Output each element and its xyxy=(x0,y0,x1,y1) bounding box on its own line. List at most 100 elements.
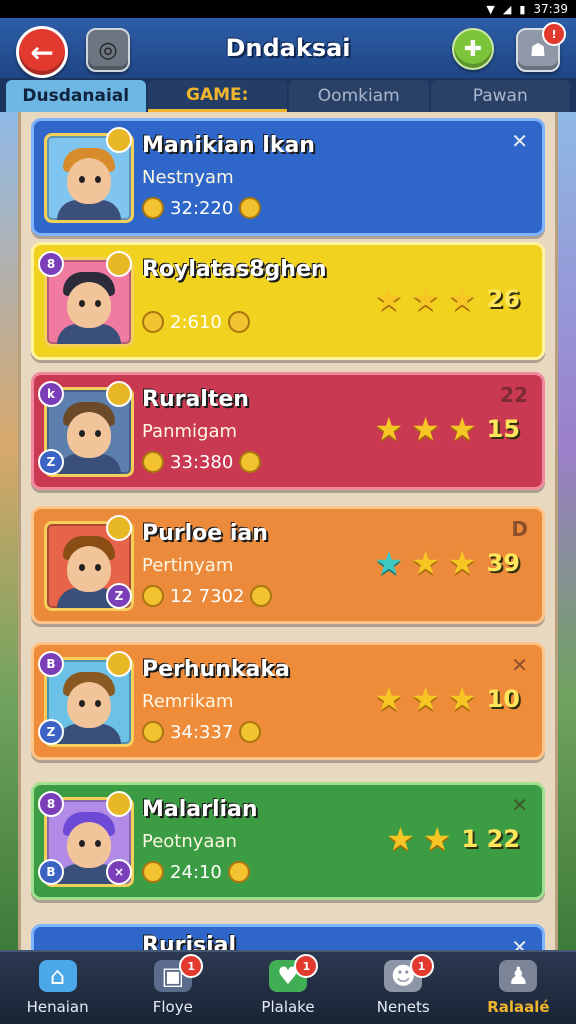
coins-icon xyxy=(227,311,250,333)
coin-value: 2:610 xyxy=(170,311,222,333)
player-name: Perhunkaka xyxy=(142,657,290,682)
nav-label: Plalake xyxy=(261,998,315,1016)
coin-count: 12 7302 xyxy=(142,585,273,607)
star-icon: ★ xyxy=(374,410,404,448)
portrait-corner-badge: B xyxy=(38,859,64,885)
coins-icon xyxy=(142,311,164,333)
tab-games[interactable]: GAME: xyxy=(147,80,287,112)
status-bar: ▼ ◢ ▮ 37:39 xyxy=(0,0,576,18)
star-icon: ★ xyxy=(447,680,477,718)
portrait-corner-badge: Z xyxy=(106,583,132,609)
signal-icon: ◢ xyxy=(502,2,512,16)
player-score: 26 xyxy=(486,285,520,313)
coin-value: 12 7302 xyxy=(170,585,245,607)
portrait-corner-badge: × xyxy=(106,859,132,885)
coins-icon xyxy=(142,721,164,743)
nav-label: Ralaalé xyxy=(487,998,550,1016)
coin-count: 32:220 xyxy=(142,197,262,219)
add-button[interactable]: ✚ xyxy=(452,28,494,70)
star-icon: ★ xyxy=(386,820,415,858)
player-subtitle: Peotnyaan xyxy=(142,831,237,852)
player-card[interactable]: Manikian lkan Nestnyam 32:220 ✕ xyxy=(31,118,545,236)
nav-item[interactable]: ☻ 1 Nenets xyxy=(346,952,461,1024)
coins-icon xyxy=(227,861,250,883)
nav-item[interactable]: ▣ 1 Floye xyxy=(115,952,230,1024)
star-icon: ★ xyxy=(411,544,440,582)
player-name: Roylatas8ghen xyxy=(142,257,327,282)
coin-value: 24:10 xyxy=(170,861,222,883)
coin-icon xyxy=(106,651,132,677)
wifi-icon: ▼ xyxy=(486,2,495,16)
people-icon: ☗ xyxy=(529,39,547,61)
nav-badge: 1 xyxy=(294,954,319,978)
portrait-corner-badge: 8 xyxy=(38,251,64,277)
coin-icon xyxy=(106,791,132,817)
close-icon[interactable]: ✕ xyxy=(511,653,528,677)
bottom-nav: ⌂ Henaian ▣ 1 Floye ♥ 1 Plalake ☻ 1 Nenets ♟ Ralaalé xyxy=(0,950,576,1024)
player-score: 10 xyxy=(486,685,520,713)
coin-count: 34:337 xyxy=(142,721,262,743)
coins-icon xyxy=(239,721,262,743)
friends-badge: ! xyxy=(542,22,566,46)
player-score: 39 xyxy=(486,549,520,577)
coin-icon xyxy=(106,251,132,277)
coin-value: 34:337 xyxy=(170,721,234,743)
coins-icon xyxy=(239,197,262,219)
coins-icon xyxy=(142,861,164,883)
coin-count: 24:10 xyxy=(142,861,250,883)
player-name: Ruralten xyxy=(142,387,249,412)
player-score: 1 22 xyxy=(461,825,520,853)
player-subtitle: Pertinyam xyxy=(142,555,234,576)
star-icon: ★ xyxy=(411,680,440,718)
close-icon[interactable]: ✕ xyxy=(511,129,528,153)
coin-icon xyxy=(106,127,132,153)
nav-item[interactable]: ♟ Ralaalé xyxy=(461,952,576,1024)
player-card[interactable]: Rurisial ✕ xyxy=(31,924,545,952)
friends-button[interactable]: ☗ ! xyxy=(516,22,566,72)
coins-icon xyxy=(250,585,273,607)
corner-marker: 22 xyxy=(500,383,528,407)
player-name: Malarlian xyxy=(142,797,258,822)
star-icon: ★ xyxy=(374,544,404,582)
coin-icon xyxy=(106,381,132,407)
nav-item[interactable]: ♥ 1 Plalake xyxy=(230,952,345,1024)
star-rating: ★ ★ 1 22 xyxy=(386,823,520,855)
star-icon: ★ xyxy=(374,280,404,318)
tab-3[interactable]: Pawan xyxy=(430,80,570,112)
star-icon: ★ xyxy=(374,680,404,718)
portrait-corner-badge: B xyxy=(38,651,64,677)
coins-icon xyxy=(142,585,164,607)
player-name: Manikian lkan xyxy=(142,133,315,158)
star-rating: ★ ★ ★ 10 xyxy=(375,683,520,715)
player-card[interactable]: B Z Perhunkaka Remrikam 34:337 ★ ★ ★ 10 ✕ xyxy=(31,642,545,760)
player-card[interactable]: k Z Ruralten Panmigam 33:380 ★ ★ ★ 15 22 xyxy=(31,372,545,490)
coin-value: 33:380 xyxy=(170,451,234,473)
close-icon[interactable]: ✕ xyxy=(511,793,528,817)
nav-label: Nenets xyxy=(376,998,430,1016)
star-rating: ★ ★ ★ 15 xyxy=(375,413,520,445)
nav-item[interactable]: ⌂ Henaian xyxy=(0,952,115,1024)
star-icon: ★ xyxy=(447,280,477,318)
player-card[interactable]: 8 B × Malarlian Peotnyaan 24:10 ★ ★ 1 22 ✕ xyxy=(31,782,545,900)
nav-badge: 1 xyxy=(409,954,434,978)
star-icon: ★ xyxy=(411,280,440,318)
tab-2[interactable]: Oomkiam xyxy=(289,80,429,112)
nav-label: Henaian xyxy=(26,998,89,1016)
home-icon: ⌂ xyxy=(38,960,77,992)
player-subtitle: Nestnyam xyxy=(142,167,234,188)
nav-label: Floye xyxy=(152,998,193,1016)
coin-count: 33:380 xyxy=(142,451,262,473)
star-icon: ★ xyxy=(422,820,452,858)
tab-0[interactable]: Dusdanaial xyxy=(6,80,146,112)
coin-count: 2:610 xyxy=(142,311,250,333)
player-card[interactable]: Z Purloe ian Pertinyam 12 7302 ★ ★ ★ 39 D xyxy=(31,506,545,624)
player-subtitle: Panmigam xyxy=(142,421,238,442)
player-card[interactable]: 8 Roylatas8ghen 2:610 ★ ★ ★ 26 xyxy=(31,242,545,360)
plus-icon: ✚ xyxy=(463,36,483,62)
star-rating: ★ ★ ★ 26 xyxy=(375,283,520,315)
player-list: Manikian lkan Nestnyam 32:220 ✕ 8 Roylatas8gh… xyxy=(18,112,558,952)
star-rating: ★ ★ ★ 39 xyxy=(375,547,520,579)
coin-value: 32:220 xyxy=(170,197,234,219)
player-score: 15 xyxy=(486,415,520,443)
portrait-corner-badge: 8 xyxy=(38,791,64,817)
